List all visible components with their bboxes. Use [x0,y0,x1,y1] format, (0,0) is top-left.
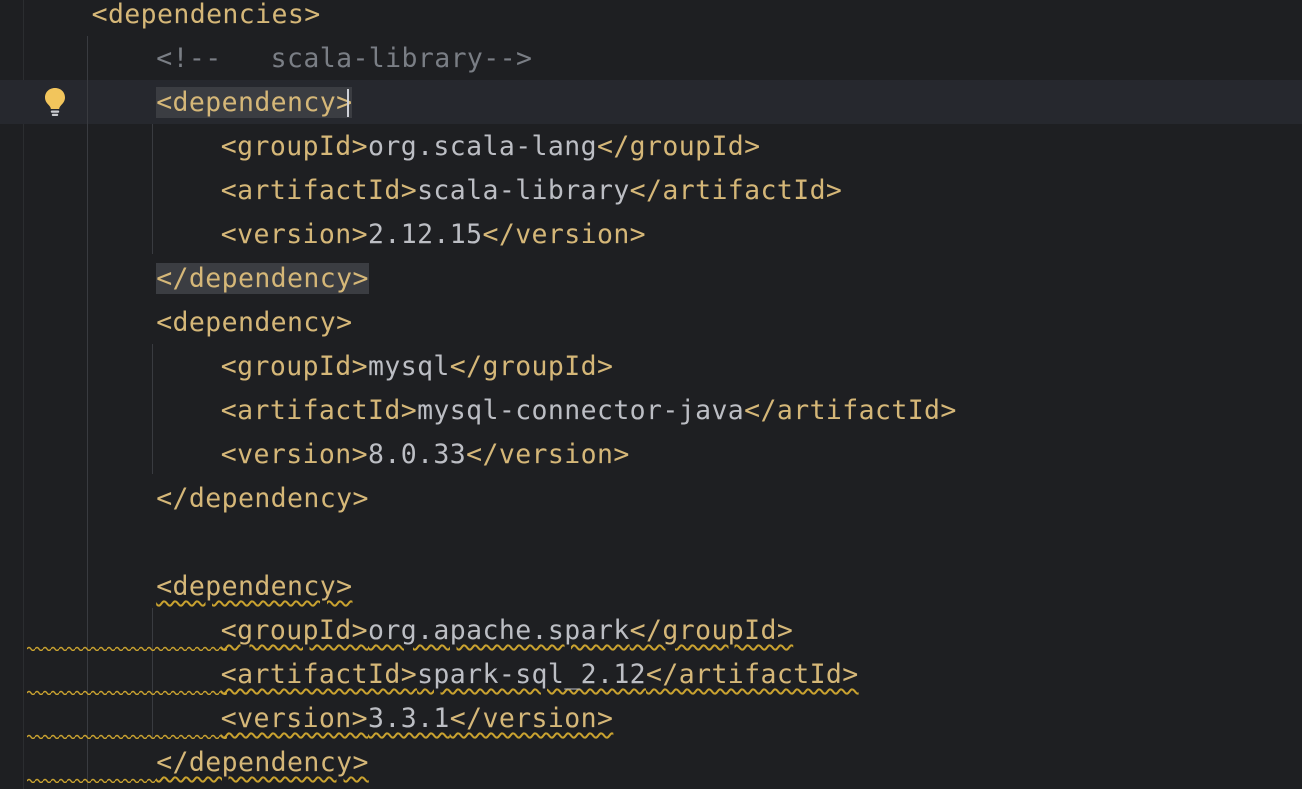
code-line[interactable]: <groupId>org.apache.spark</groupId> [221,609,793,653]
xml-tag: </groupId> [449,351,614,382]
code-line[interactable]: <groupId>mysql</groupId> [221,345,614,389]
code-line[interactable]: <artifactId>scala-library</artifactId> [221,169,842,213]
xml-text: 8.0.33 [368,439,467,470]
xml-tag: </groupId> [629,615,794,646]
code-line[interactable]: <version>8.0.33</version> [221,433,630,477]
xml-tag: </groupId> [596,131,761,162]
code-line[interactable]: </dependency> [156,257,369,301]
lightbulb-icon[interactable] [42,86,68,118]
xml-tag: </version> [449,703,614,734]
code-editor[interactable]: <dependencies> <!-- scala-library--> <depe… [0,0,1302,789]
xml-text: scala-library [417,175,630,206]
code-line[interactable]: <dependency> [156,81,353,125]
xml-tag: <groupId> [220,351,368,382]
code-line[interactable]: <version>3.3.1</version> [221,697,614,741]
code-line[interactable]: <dependency> [156,301,352,345]
xml-text: 3.3.1 [368,703,450,734]
warning-squiggle [27,689,227,695]
xml-tag: </dependency> [156,263,369,294]
xml-tag: <dependency> [156,307,353,338]
xml-text: spark-sql_2.12 [417,659,647,690]
xml-tag: </version> [466,439,630,470]
warning-squiggle [27,733,227,739]
xml-tag: </artifactId> [744,395,957,426]
code-line[interactable]: <groupId>org.scala-lang</groupId> [221,125,761,169]
xml-tag: <artifactId> [220,395,418,426]
xml-text: mysql [368,351,450,382]
indent-guide [152,124,153,254]
code-line[interactable]: <dependency> [156,565,352,609]
xml-tag: <version> [220,439,368,470]
xml-comment: <!-- scala-library--> [156,43,533,74]
xml-tag: </dependency> [156,747,369,778]
code-line[interactable]: <artifactId>mysql-connector-java</artifa… [221,389,957,433]
xml-tag: </artifactId> [646,659,859,690]
indent-guide [152,344,153,474]
code-line[interactable]: <artifactId>spark-sql_2.12</artifactId> [221,653,859,697]
code-line[interactable]: <dependencies> [92,0,321,37]
xml-tag: <version> [220,219,368,250]
xml-tag: <dependency> [156,571,353,602]
warning-squiggle [27,777,157,783]
xml-tag: </version> [482,219,647,250]
xml-tag: </artifactId> [629,175,843,206]
xml-text: org.scala-lang [368,131,597,162]
warning-squiggle [27,645,227,651]
xml-tag: <groupId> [220,131,368,162]
xml-tag: <dependency> [156,87,353,118]
xml-tag: <artifactId> [220,659,418,690]
xml-tag: <dependencies> [91,0,321,30]
xml-text: 2.12.15 [368,219,483,250]
code-line[interactable]: <!-- scala-library--> [156,37,532,81]
xml-tag: <artifactId> [220,175,418,206]
xml-tag: </dependency> [156,483,369,514]
xml-text: org.apache.spark [368,615,630,646]
xml-tag: <version> [220,703,368,734]
code-line[interactable]: </dependency> [156,477,369,521]
indent-guide [87,36,88,789]
code-line[interactable]: <version>2.12.15</version> [221,213,646,257]
indent-guide [152,608,153,738]
xml-tag: <groupId> [220,615,368,646]
text-caret [347,89,349,117]
xml-text: mysql-connector-java [417,395,745,426]
code-line[interactable]: </dependency> [156,741,369,785]
